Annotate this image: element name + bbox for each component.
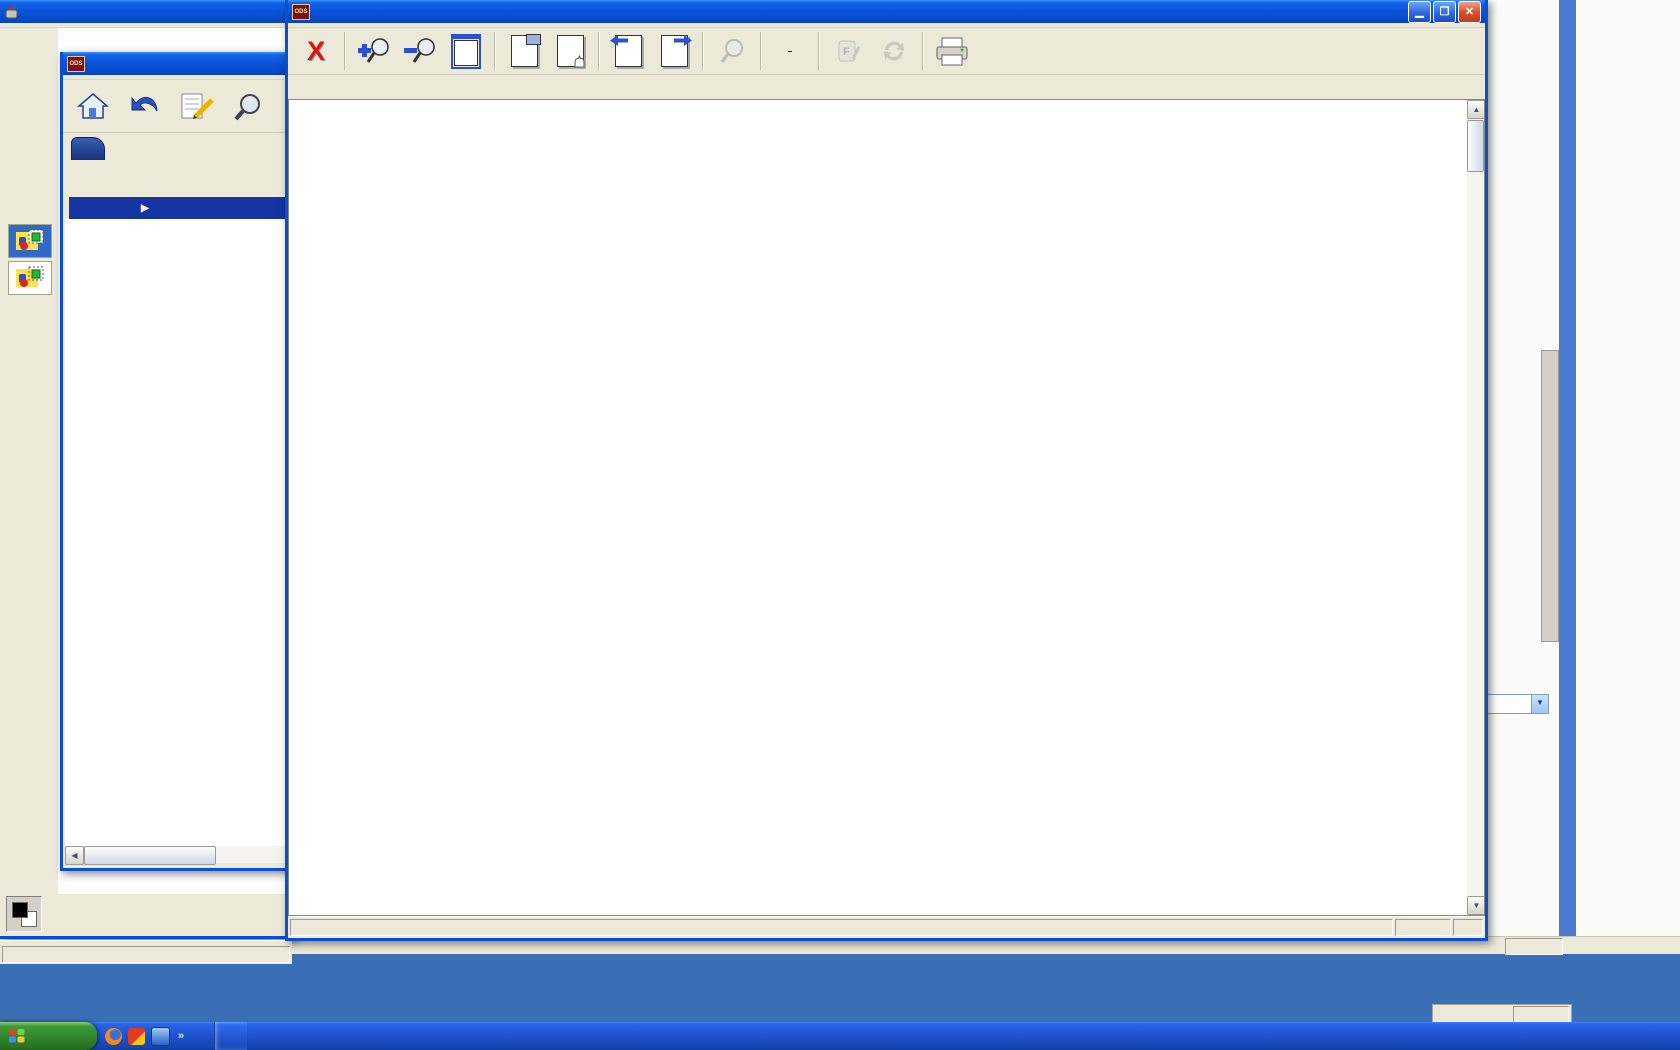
scrollbar-thumb[interactable] [1467,120,1484,172]
find-button[interactable] [710,30,754,72]
thumbnail-view-button[interactable] [502,30,546,72]
figure-content: ▲ ▼ [288,99,1485,916]
background-dropdown[interactable]: ▼ [1485,694,1549,714]
fit-window-button[interactable] [444,30,488,72]
next-figure-button[interactable] [652,30,696,72]
paint-status-text [2,946,290,963]
background-scrollbar-thumb[interactable] [1541,350,1559,642]
status-panel [1432,1004,1572,1024]
svg-text:F: F [843,46,850,58]
num-lock-indicator [1395,919,1451,936]
paint-current-colors[interactable] [6,896,42,932]
paint-app-icon [4,5,19,19]
scroll-left-button[interactable]: ◀ [65,846,84,865]
background-window: ▼ [1485,0,1680,938]
arrow-right-icon [674,35,692,46]
worksheet-button[interactable] [177,85,217,127]
zoom-in-button[interactable] [352,30,396,72]
home-button[interactable] [73,85,113,127]
refresh-icon [879,36,909,66]
previous-figure-button[interactable] [606,30,650,72]
paint-title-bar[interactable] [0,0,292,23]
ods-app-icon: ODS [292,4,310,20]
zoom-in-icon [356,35,392,67]
quick-launch-bar: » [97,1027,192,1046]
close-x-icon: X [307,36,325,67]
paint-option-transparent[interactable] [8,261,52,295]
window-overlay-icon [526,34,541,45]
paint-status-bar [0,940,292,964]
find-icon [717,36,747,66]
arrow-right-icon: ▶ [141,203,149,214]
hand-icon [573,55,586,68]
hide-show-button[interactable] [768,30,812,72]
minimize-button[interactable]: ▁ [1408,1,1431,23]
refresh-button[interactable] [872,30,916,72]
close-button[interactable]: ✕ [1458,1,1481,23]
windows-logo-icon [8,1027,26,1045]
hide-show-label [788,51,792,52]
arrow-left-icon [610,35,628,46]
status-ready [290,919,1393,936]
start-button[interactable] [0,1022,97,1050]
highlight-button[interactable]: F [826,30,870,72]
fig119-window: ODS ▁ ❐ ✕ X [285,0,1488,941]
fig-window-icon [451,34,481,69]
chevron-down-icon[interactable]: ▼ [1531,695,1548,713]
back-button[interactable] [125,85,165,127]
desktop: ▼ [0,0,1680,1050]
close-figure-button[interactable]: X [294,30,338,72]
restore-button[interactable]: ❐ [1433,1,1456,23]
figure-vertical-scrollbar[interactable]: ▲ ▼ [1467,100,1484,915]
firefox-quicklaunch-icon[interactable] [105,1028,122,1045]
zoom-out-icon [402,35,438,67]
paint-option-opaque[interactable] [8,224,52,258]
ondemand-app-icon: ODS [67,56,85,72]
fig119-toolbar: X [288,28,1485,75]
scrollbar-thumb[interactable] [84,846,216,865]
paint-color-box [0,892,292,936]
fig119-status-bar [288,916,1485,938]
download-app-quicklaunch-icon[interactable] [128,1028,145,1045]
desktop-quicklaunch-icon[interactable] [151,1027,170,1046]
vehicle-selector-tab[interactable] [71,137,105,160]
background-window-edge [1559,0,1576,938]
print-button[interactable] [930,30,974,72]
pan-button[interactable] [548,30,592,72]
scroll-up-button[interactable]: ▲ [1467,100,1485,119]
scroll-down-button[interactable]: ▼ [1467,896,1485,915]
find-button[interactable] [229,85,269,127]
chevron-more-icon[interactable]: » [178,1030,184,1042]
paint-can-icon: F [833,35,863,67]
taskbar: » [0,1022,1680,1050]
system-tray [214,1022,247,1050]
paint-tool-options [8,224,52,298]
num-lock-indicator [1513,1006,1569,1023]
num-lock-indicator [1505,938,1563,955]
status-panel [1453,919,1483,936]
figure-caption [288,75,1485,99]
zoom-out-button[interactable] [398,30,442,72]
fig119-title-bar[interactable]: ODS ▁ ❐ ✕ [288,0,1485,23]
printer-icon [933,35,971,67]
